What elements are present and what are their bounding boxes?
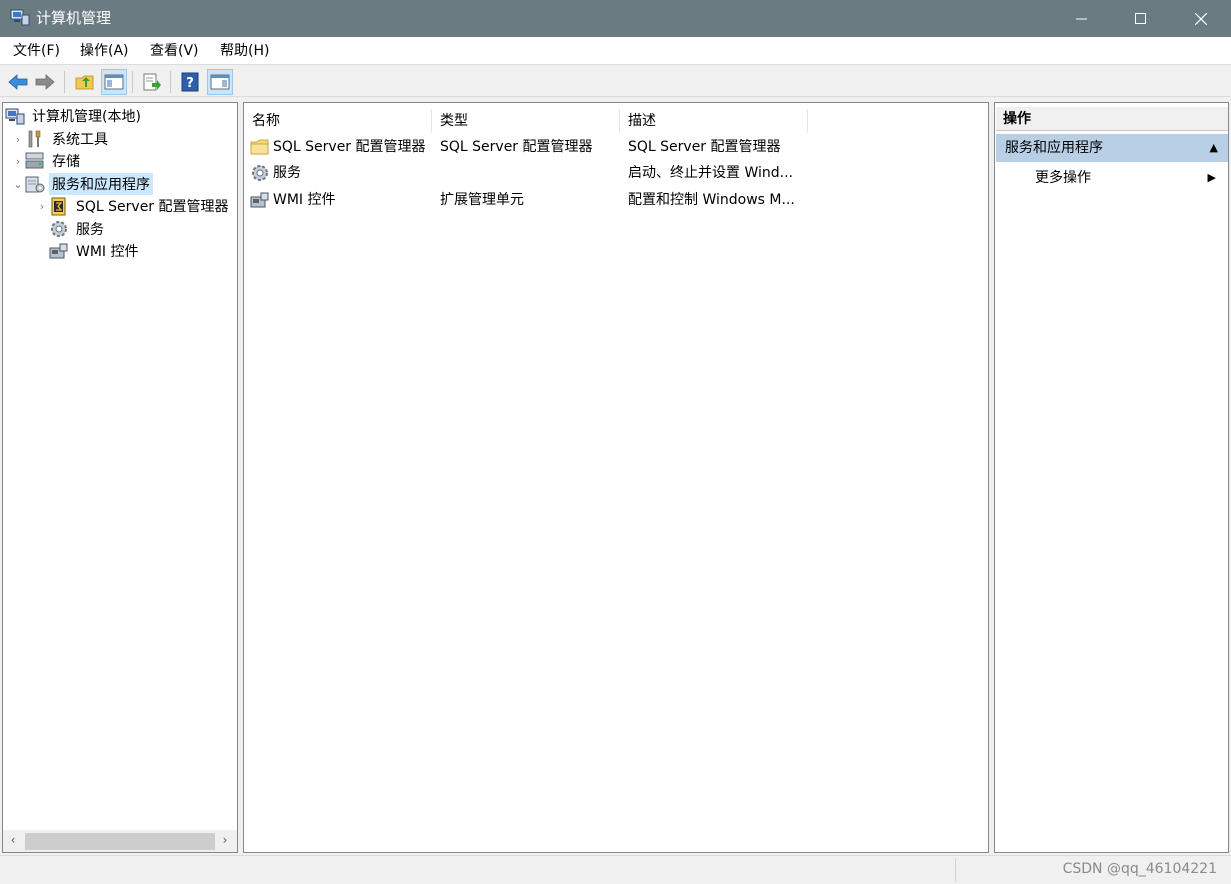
tree-horizontal-scrollbar[interactable]: ‹ › <box>3 830 237 852</box>
help-icon[interactable]: ? <box>177 69 203 95</box>
list-item-name: SQL Server 配置管理器 <box>273 139 426 155</box>
forward-arrow-icon[interactable] <box>32 69 58 95</box>
list-item[interactable]: 服务 启动、终止并设置 Wind... <box>248 161 808 185</box>
wmi-icon <box>49 241 69 261</box>
tree-item-label: 服务 <box>76 222 104 238</box>
computer-management-window: 计算机管理 文件(F) 操作(A) 查看(V) 帮助(H) ? 计算机管理(本地… <box>0 0 1231 884</box>
tree-item-label: WMI 控件 <box>76 244 139 260</box>
menu-help[interactable]: 帮助(H) <box>220 42 269 60</box>
services-apps-icon <box>25 174 45 194</box>
tree-item-services[interactable]: 服务 <box>49 218 107 240</box>
folder-icon <box>250 137 270 157</box>
more-actions-label: 更多操作 <box>1035 170 1091 186</box>
tree-item-services-apps[interactable]: ⌄ 服务和应用程序 <box>11 173 153 195</box>
chevron-right-icon[interactable]: › <box>11 155 25 168</box>
list-item-description: 启动、终止并设置 Wind... <box>628 165 793 181</box>
chevron-right-icon[interactable]: › <box>11 133 25 146</box>
more-actions-item[interactable]: 更多操作 ▶ <box>996 165 1228 191</box>
tree-item-label: 存储 <box>52 154 80 170</box>
tree-item-label: SQL Server 配置管理器 <box>76 199 229 215</box>
tools-icon <box>25 129 45 149</box>
menu-action[interactable]: 操作(A) <box>80 42 129 60</box>
maximize-button[interactable] <box>1112 0 1170 37</box>
list-item-type: SQL Server 配置管理器 <box>440 139 593 155</box>
list-item-name: WMI 控件 <box>273 192 336 208</box>
menu-file[interactable]: 文件(F) <box>13 42 60 60</box>
watermark-text: CSDN @qq_46104221 <box>1062 861 1217 877</box>
list-item[interactable]: WMI 控件 扩展管理单元 配置和控制 Windows M... <box>248 188 808 212</box>
up-folder-icon[interactable] <box>72 69 98 95</box>
tree-item-label: 服务和应用程序 <box>49 173 153 195</box>
tree-item-root[interactable]: 计算机管理(本地) <box>5 105 144 127</box>
minimize-button[interactable] <box>1053 0 1111 37</box>
actions-section-label: 服务和应用程序 <box>1005 140 1103 156</box>
tree-item-sql-server-config[interactable]: › SQL Server 配置管理器 <box>35 195 232 217</box>
list-item-description: 配置和控制 Windows M... <box>628 192 795 208</box>
tree-item-label: 系统工具 <box>52 132 108 148</box>
actions-header: 操作 <box>996 107 1228 131</box>
column-header-type[interactable]: 类型 <box>432 109 620 133</box>
list-item-description: SQL Server 配置管理器 <box>628 139 781 155</box>
window-title: 计算机管理 <box>36 9 112 27</box>
menu-bar: 文件(F) 操作(A) 查看(V) 帮助(H) <box>0 37 1231 65</box>
list-item-type <box>440 161 620 185</box>
column-header-name[interactable]: 名称 <box>244 109 432 133</box>
tree-item-storage[interactable]: › 存储 <box>11 150 83 172</box>
tree-item-system-tools[interactable]: › 系统工具 <box>11 128 111 150</box>
tree-item-label: 计算机管理(本地) <box>32 109 141 125</box>
sql-server-icon <box>49 196 69 216</box>
actions-section-services-apps[interactable]: 服务和应用程序 ▲ <box>996 134 1228 162</box>
actions-pane: 操作 服务和应用程序 ▲ 更多操作 ▶ <box>994 102 1229 853</box>
export-list-icon[interactable] <box>139 69 165 95</box>
submenu-arrow-icon: ▶ <box>1207 171 1216 184</box>
result-list-pane: 名称 类型 描述 SQL Server 配置管理器 SQL Server 配置管… <box>243 102 989 853</box>
toolbar: ? <box>0 66 1231 97</box>
gear-icon <box>49 219 69 239</box>
scroll-left-icon[interactable]: ‹ <box>5 833 21 847</box>
list-item[interactable]: SQL Server 配置管理器 SQL Server 配置管理器 SQL Se… <box>248 135 808 159</box>
gear-icon <box>250 163 270 183</box>
storage-icon <box>25 151 45 171</box>
chevron-right-icon[interactable]: › <box>35 200 49 213</box>
computer-management-icon <box>5 106 25 126</box>
list-item-type: 扩展管理单元 <box>440 192 524 208</box>
scroll-right-icon[interactable]: › <box>217 833 233 847</box>
close-button[interactable] <box>1172 0 1230 37</box>
status-divider <box>955 858 956 882</box>
wmi-icon <box>250 190 270 210</box>
console-tree-pane: 计算机管理(本地) › 系统工具 › 存储 ⌄ 服务和应用程序 › SQL Se… <box>2 102 238 853</box>
back-arrow-icon[interactable] <box>5 69 31 95</box>
show-hide-tree-icon[interactable] <box>101 69 127 95</box>
computer-management-icon <box>10 8 30 26</box>
menu-view[interactable]: 查看(V) <box>150 42 199 60</box>
svg-text:?: ? <box>186 76 194 91</box>
column-header-description[interactable]: 描述 <box>620 109 808 133</box>
scrollbar-thumb[interactable] <box>25 833 215 850</box>
show-hide-action-pane-icon[interactable] <box>207 69 233 95</box>
list-item-name: 服务 <box>273 165 301 181</box>
status-bar: CSDN @qq_46104221 <box>0 855 1231 884</box>
collapse-up-icon[interactable]: ▲ <box>1210 134 1218 162</box>
tree-item-wmi[interactable]: WMI 控件 <box>49 240 142 262</box>
title-bar: 计算机管理 <box>0 0 1231 37</box>
chevron-down-icon[interactable]: ⌄ <box>11 178 25 191</box>
